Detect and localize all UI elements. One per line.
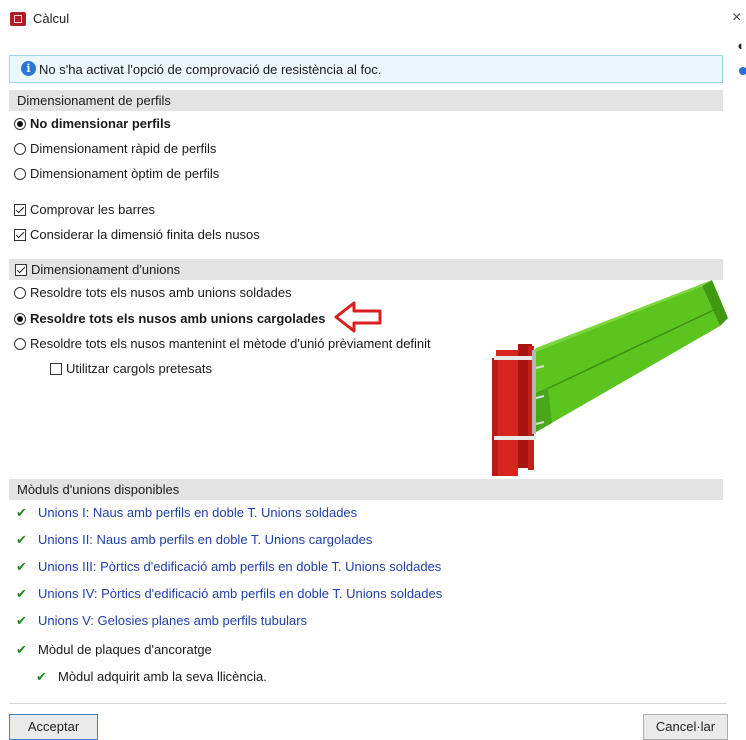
checkbox-label: Comprovar les barres: [30, 202, 155, 217]
check-icon: ✔: [16, 505, 27, 520]
check-icon: ✔: [16, 613, 27, 628]
footer-divider: [9, 703, 727, 704]
module-link[interactable]: Unions I: Naus amb perfils en doble T. U…: [38, 505, 357, 520]
check-icon: ✔: [36, 669, 47, 684]
module-item: ✔ Unions II: Naus amb perfils en doble T.…: [16, 531, 372, 549]
radio-welded[interactable]: Resoldre tots els nusos amb unions solda…: [14, 284, 292, 302]
section-title-text: Dimensionament d'unions: [31, 262, 181, 277]
checkbox[interactable]: [50, 363, 62, 375]
radio-optimal-dimension[interactable]: Dimensionament òptim de perfils: [14, 165, 219, 183]
radio-button[interactable]: [14, 313, 26, 325]
radio-bolted[interactable]: Resoldre tots els nusos amb unions cargo…: [14, 310, 325, 328]
section-header-profiles: Dimensionament de perfils: [9, 90, 723, 111]
checkbox-label: Considerar la dimensió finita dels nusos: [30, 227, 260, 242]
accept-button[interactable]: Acceptar: [9, 714, 98, 740]
radio-button[interactable]: [14, 118, 26, 130]
radio-button[interactable]: [14, 338, 26, 350]
radio-label: Dimensionament òptim de perfils: [30, 166, 220, 181]
checkbox-label: Utilitzar cargols pretesats: [66, 361, 212, 376]
module-label: Mòdul de plaques d'ancoratge: [38, 642, 212, 657]
check-finite-nodes[interactable]: Considerar la dimensió finita dels nusos: [14, 226, 260, 244]
checkbox[interactable]: [14, 204, 26, 216]
module-link[interactable]: Unions II: Naus amb perfils en doble T. …: [38, 532, 372, 547]
app-icon: [10, 12, 26, 26]
red-arrow-icon: [334, 301, 382, 333]
section-title: Dimensionament de perfils: [17, 93, 171, 108]
info-banner: i No s'ha activat l'opció de comprovació…: [9, 55, 723, 83]
close-icon[interactable]: ×: [732, 9, 741, 27]
radio-button[interactable]: [14, 287, 26, 299]
window-title: Càlcul: [33, 11, 70, 26]
module-item: ✔ Unions I: Naus amb perfils en doble T. …: [16, 504, 357, 522]
module-link[interactable]: Unions IV: Pòrtics d'edificació amb perf…: [38, 586, 442, 601]
joint-illustration: [492, 280, 728, 476]
radio-no-dimension[interactable]: No dimensionar perfils: [14, 115, 171, 133]
cancel-button[interactable]: Cancel·lar: [643, 714, 728, 740]
info-icon: i: [21, 61, 36, 76]
radio-fast-dimension[interactable]: Dimensionament ràpid de perfils: [14, 140, 216, 158]
module-item-anchor: ✔ Mòdul de plaques d'ancoratge: [16, 641, 212, 659]
radio-keep-method[interactable]: Resoldre tots els nusos mantenint el mèt…: [14, 335, 431, 353]
section-header-modules: Mòduls d'unions disponibles: [9, 479, 723, 500]
check-pretensioned-bolts[interactable]: Utilitzar cargols pretesats: [50, 360, 212, 378]
radio-label: Dimensionament ràpid de perfils: [30, 141, 217, 156]
title-bar: Càlcul ×: [0, 0, 746, 38]
module-link[interactable]: Unions III: Pòrtics d'edificació amb per…: [38, 559, 441, 574]
check-icon: ✔: [16, 642, 27, 657]
radio-label: No dimensionar perfils: [30, 116, 171, 131]
check-icon: ✔: [16, 532, 27, 547]
radio-button[interactable]: [14, 143, 26, 155]
module-item: ✔ Unions IV: Pòrtics d'edificació amb per…: [16, 585, 442, 603]
check-icon: ✔: [16, 586, 27, 601]
side-dot-icon: [739, 67, 746, 75]
module-item: ✔ Unions III: Pòrtics d'edificació amb pe…: [16, 558, 441, 576]
check-icon: ✔: [16, 559, 27, 574]
radio-button[interactable]: [14, 168, 26, 180]
radio-label: Resoldre tots els nusos amb unions cargo…: [30, 311, 326, 326]
side-tool-icon: ◖: [736, 38, 744, 53]
unions-checkbox[interactable]: [15, 264, 27, 276]
section-header-unions: Dimensionament d'unions: [9, 259, 723, 280]
radio-label: Resoldre tots els nusos amb unions solda…: [30, 285, 292, 300]
license-text: Mòdul adquirit amb la seva llicència.: [58, 669, 267, 684]
info-text: No s'ha activat l'opció de comprovació d…: [39, 62, 382, 77]
section-title[interactable]: Dimensionament d'unions: [15, 262, 180, 277]
checkbox[interactable]: [14, 229, 26, 241]
check-bars[interactable]: Comprovar les barres: [14, 201, 155, 219]
module-item: ✔ Unions V: Gelosies planes amb perfils t…: [16, 612, 307, 630]
radio-label: Resoldre tots els nusos mantenint el mèt…: [30, 336, 431, 351]
section-title: Mòduls d'unions disponibles: [17, 482, 180, 497]
module-link[interactable]: Unions V: Gelosies planes amb perfils tu…: [38, 613, 307, 628]
license-note: ✔ Mòdul adquirit amb la seva llicència.: [36, 668, 267, 686]
